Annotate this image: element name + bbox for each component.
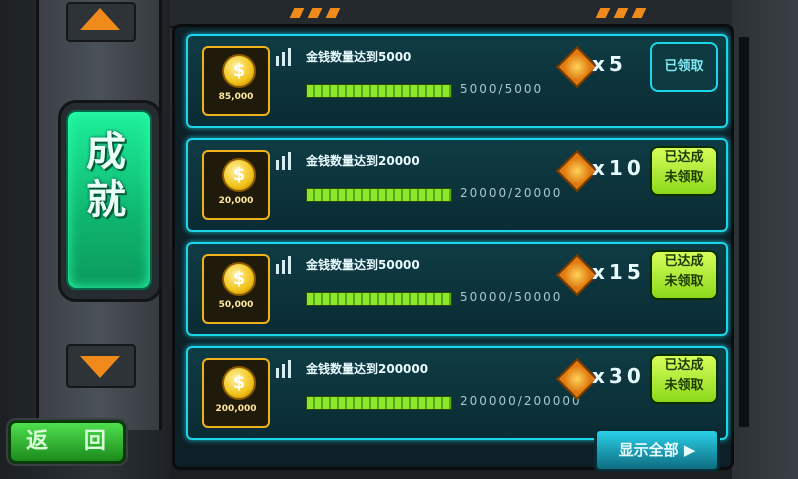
task-label: 金钱数量达到200000 — [306, 362, 429, 376]
claim-status-line: 已达成 — [664, 254, 704, 269]
reward-multiplier: x30 — [592, 364, 645, 388]
claim-status-line: 已达成 — [664, 358, 704, 373]
claim-button[interactable]: 已达成 未领取 — [650, 146, 718, 196]
achievement-card: $ 200,000 金钱数量达到200000 200000/200000 x30… — [186, 346, 728, 440]
coin-amount: 20,000 — [218, 196, 254, 206]
page-title: 成就 — [86, 129, 128, 223]
stripe-decoration — [631, 8, 647, 18]
coin-icon: $ — [222, 54, 256, 88]
reward-multiplier: x10 — [592, 156, 645, 180]
claim-button[interactable]: 已达成 未领取 — [650, 354, 718, 404]
claim-button[interactable]: 已达成 未领取 — [650, 250, 718, 300]
arrow-down-icon — [80, 356, 120, 378]
claim-status-line: 未领取 — [664, 378, 704, 393]
claim-status: 已领取 — [664, 59, 704, 74]
signal-bars-icon — [276, 48, 294, 70]
coin-badge: $ 20,000 — [202, 150, 270, 220]
stripe-decoration — [325, 8, 341, 18]
scrollbar[interactable] — [738, 36, 750, 428]
claim-button[interactable]: 已领取 — [650, 42, 718, 92]
progress-bar — [306, 84, 452, 98]
signal-bars-icon — [276, 360, 294, 382]
stripe-decoration — [289, 8, 305, 18]
coin-badge: $ 85,000 — [202, 46, 270, 116]
task-label: 金钱数量达到50000 — [306, 258, 420, 272]
achievement-card: $ 20,000 金钱数量达到20000 20000/20000 x10 已达成… — [186, 138, 728, 232]
achievement-card: $ 85,000 金钱数量达到5000 5000/5000 x5 已领取 — [186, 34, 728, 128]
progress-bar — [306, 188, 452, 202]
stripe-decoration — [595, 8, 611, 18]
arrow-up-icon — [80, 8, 120, 30]
task-label: 金钱数量达到5000 — [306, 50, 412, 64]
coin-amount: 200,000 — [215, 404, 257, 414]
stripe-decoration — [307, 8, 323, 18]
coin-amount: 85,000 — [218, 92, 254, 102]
show-all-button[interactable]: 显示全部 ▶ — [594, 428, 720, 472]
achievement-card: $ 50,000 金钱数量达到50000 50000/50000 x15 已达成… — [186, 242, 728, 336]
claim-status-line: 未领取 — [664, 170, 704, 185]
back-button[interactable]: 返 回 — [8, 420, 126, 464]
progress-text: 50000/50000 — [460, 290, 563, 304]
back-button-label: 返 回 — [26, 429, 120, 454]
coin-badge: $ 50,000 — [202, 254, 270, 324]
progress-bar — [306, 396, 452, 410]
claim-status-line: 未领取 — [664, 274, 704, 289]
stripe-decoration — [613, 8, 629, 18]
task-label: 金钱数量达到20000 — [306, 154, 420, 168]
coin-amount: 50,000 — [218, 300, 254, 310]
reward-multiplier: x5 — [592, 52, 627, 76]
progress-text: 200000/200000 — [460, 394, 582, 408]
claim-status-line: 已达成 — [664, 150, 704, 165]
signal-bars-icon — [276, 256, 294, 278]
progress-text: 5000/5000 — [460, 82, 544, 96]
progress-bar — [306, 292, 452, 306]
coin-icon: $ — [222, 262, 256, 296]
signal-bars-icon — [276, 152, 294, 174]
coin-icon: $ — [222, 158, 256, 192]
reward-multiplier: x15 — [592, 260, 645, 284]
coin-badge: $ 200,000 — [202, 358, 270, 428]
progress-text: 20000/20000 — [460, 186, 563, 200]
coin-icon: $ — [222, 366, 256, 400]
